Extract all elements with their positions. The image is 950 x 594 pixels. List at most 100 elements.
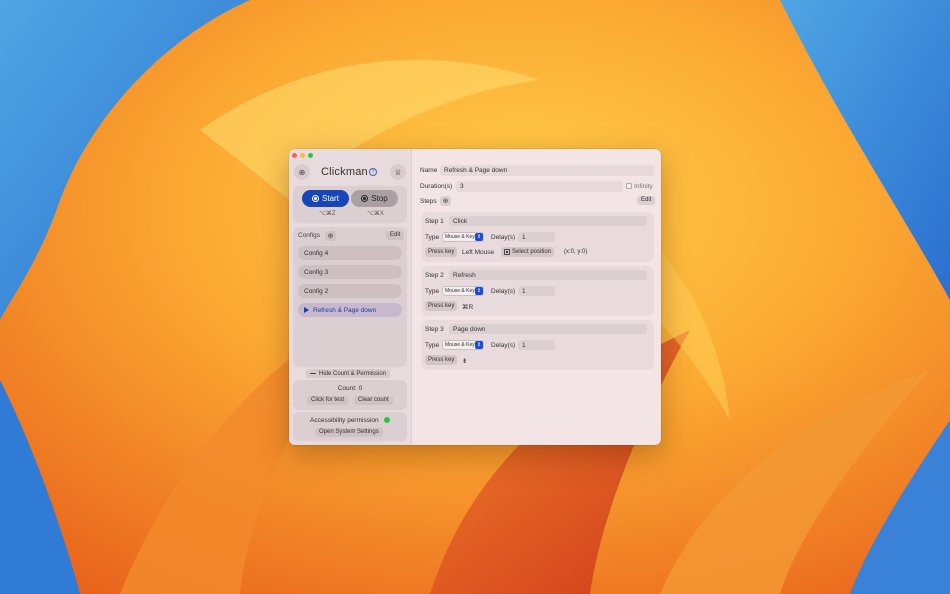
config-item[interactable]: Config 2 <box>298 284 402 298</box>
position-text: (x:0, y:0) <box>564 249 588 255</box>
zoom-window-button[interactable] <box>308 153 313 158</box>
type-select-value: Mouse & Key <box>445 234 475 240</box>
delay-label: Delay(s) <box>491 234 516 241</box>
duration-field[interactable]: 3 <box>456 181 623 192</box>
config-item[interactable]: Config 4 <box>298 246 402 260</box>
select-position-label: Select position <box>512 249 552 255</box>
click-for-test-button[interactable]: Click for test <box>307 396 349 405</box>
type-select-value: Mouse & Key <box>445 288 475 294</box>
hide-count-permission-label: Hide Count & Permission <box>319 370 387 377</box>
type-label: Type <box>425 234 440 241</box>
type-label: Type <box>425 342 440 349</box>
name-value: Refresh & Page down <box>444 167 508 174</box>
config-item-label: Config 4 <box>304 249 329 257</box>
infinity-label: Infinity <box>634 183 653 190</box>
step-title-value: Refresh <box>453 271 476 279</box>
start-shortcut: ⌥⌘Z <box>319 211 336 217</box>
close-window-button[interactable] <box>292 153 297 158</box>
delay-field[interactable]: 1 <box>518 286 555 296</box>
configs-label: Configs <box>298 232 321 239</box>
open-system-settings-button[interactable]: Open System Settings <box>315 428 383 437</box>
step-number: Step 2 <box>425 272 444 279</box>
config-item[interactable]: Config 3 <box>298 265 402 279</box>
key-value: ⌘R <box>462 304 474 311</box>
step-title-field[interactable]: Refresh <box>449 270 647 280</box>
press-key-button[interactable]: Press key <box>425 355 458 365</box>
start-label: Start <box>322 194 339 203</box>
delay-field[interactable]: 1 <box>518 340 555 350</box>
delay-label: Delay(s) <box>491 342 516 349</box>
permission-status-icon <box>384 417 390 423</box>
start-icon <box>312 195 320 202</box>
step-card: Step 2 Refresh Type Mouse & Key ⇕ Delay(… <box>421 266 654 316</box>
app-title: Clickman <box>321 166 368 178</box>
duration-label: Duration(s) <box>420 183 453 190</box>
help-icon[interactable]: ? <box>369 168 377 176</box>
plus-circle-icon: ⊕ <box>298 167 306 177</box>
accessibility-label: Accessibility permission <box>310 417 379 424</box>
permission-panel: Accessibility permission Open System Set… <box>293 412 407 441</box>
add-config-button[interactable]: ⊕ <box>294 164 310 180</box>
config-item-label: Refresh & Page down <box>313 306 377 314</box>
premium-button[interactable]: ♕ <box>390 164 406 180</box>
delay-label: Delay(s) <box>491 288 516 295</box>
chevron-updown-icon: ⇕ <box>475 341 483 349</box>
step-number: Step 1 <box>425 218 444 225</box>
delay-value: 1 <box>522 233 526 241</box>
type-select-value: Mouse & Key <box>445 342 475 348</box>
select-position-button[interactable]: Select position <box>501 247 555 257</box>
minimize-window-button[interactable] <box>300 153 305 158</box>
type-select[interactable]: Mouse & Key ⇕ <box>442 232 484 242</box>
config-editor: Name Refresh & Page down Duration(s) 3 I… <box>413 149 661 445</box>
count-panel: Count: 0 Click for test Clear count <box>293 380 407 410</box>
config-item-label: Config 2 <box>304 287 329 295</box>
chevron-updown-icon: ⇕ <box>475 287 483 295</box>
key-value: ⇟ <box>462 358 468 365</box>
configs-edit-button[interactable]: Edit <box>386 231 405 240</box>
step-title-value: Click <box>453 217 468 225</box>
clickman-window: ⊕ Clickman ? ♕ Start Stop ⌥⌘Z ⌥⌘X Config… <box>289 149 661 445</box>
type-select[interactable]: Mouse & Key ⇕ <box>442 340 484 350</box>
stop-button[interactable]: Stop <box>351 190 398 207</box>
step-title-field[interactable]: Click <box>449 216 647 226</box>
key-value: Left Mouse <box>462 249 495 256</box>
config-item-selected[interactable]: Refresh & Page down <box>298 303 402 317</box>
start-button[interactable]: Start <box>302 190 349 207</box>
target-square-icon <box>504 249 510 255</box>
config-item-label: Config 3 <box>304 268 329 276</box>
infinity-checkbox[interactable] <box>626 183 632 189</box>
step-title-value: Page down <box>453 325 486 333</box>
minus-icon <box>310 373 316 374</box>
play-icon <box>304 307 309 313</box>
steps-edit-button[interactable]: Edit <box>637 196 656 205</box>
count-text: Count: 0 <box>337 385 363 392</box>
sidebar: ⊕ Clickman ? ♕ Start Stop ⌥⌘Z ⌥⌘X Config… <box>289 149 412 445</box>
press-key-button[interactable]: Press key <box>425 301 458 311</box>
steps-label: Steps <box>420 198 437 205</box>
step-title-field[interactable]: Page down <box>449 324 647 334</box>
chevron-updown-icon: ⇕ <box>475 233 483 241</box>
delay-value: 1 <box>522 341 526 349</box>
duration-value: 3 <box>460 183 464 190</box>
name-field[interactable]: Refresh & Page down <box>440 165 654 176</box>
press-key-button[interactable]: Press key <box>425 247 458 257</box>
name-label: Name <box>420 167 438 174</box>
hide-count-permission-button[interactable]: Hide Count & Permission <box>306 369 391 378</box>
delay-value: 1 <box>522 287 526 295</box>
crown-icon: ♕ <box>394 167 402 177</box>
add-step-button[interactable]: ⊕ <box>440 196 451 206</box>
type-label: Type <box>425 288 440 295</box>
plus-circle-icon: ⊕ <box>442 198 449 205</box>
run-controls-panel: Start Stop ⌥⌘Z ⌥⌘X <box>293 186 407 223</box>
clear-count-button[interactable]: Clear count <box>354 396 393 405</box>
plus-circle-icon: ⊕ <box>327 233 334 240</box>
window-controls <box>292 153 313 158</box>
add-config-small-button[interactable]: ⊕ <box>325 231 336 241</box>
step-card: Step 1 Click Type Mouse & Key ⇕ Delay(s)… <box>421 212 654 262</box>
step-card: Step 3 Page down Type Mouse & Key ⇕ Dela… <box>421 320 654 370</box>
delay-field[interactable]: 1 <box>518 232 555 242</box>
type-select[interactable]: Mouse & Key ⇕ <box>442 286 484 296</box>
step-number: Step 3 <box>425 326 444 333</box>
configs-panel: Configs ⊕ Edit Config 4 Config 3 Config … <box>293 227 407 367</box>
stop-shortcut: ⌥⌘X <box>367 211 384 217</box>
